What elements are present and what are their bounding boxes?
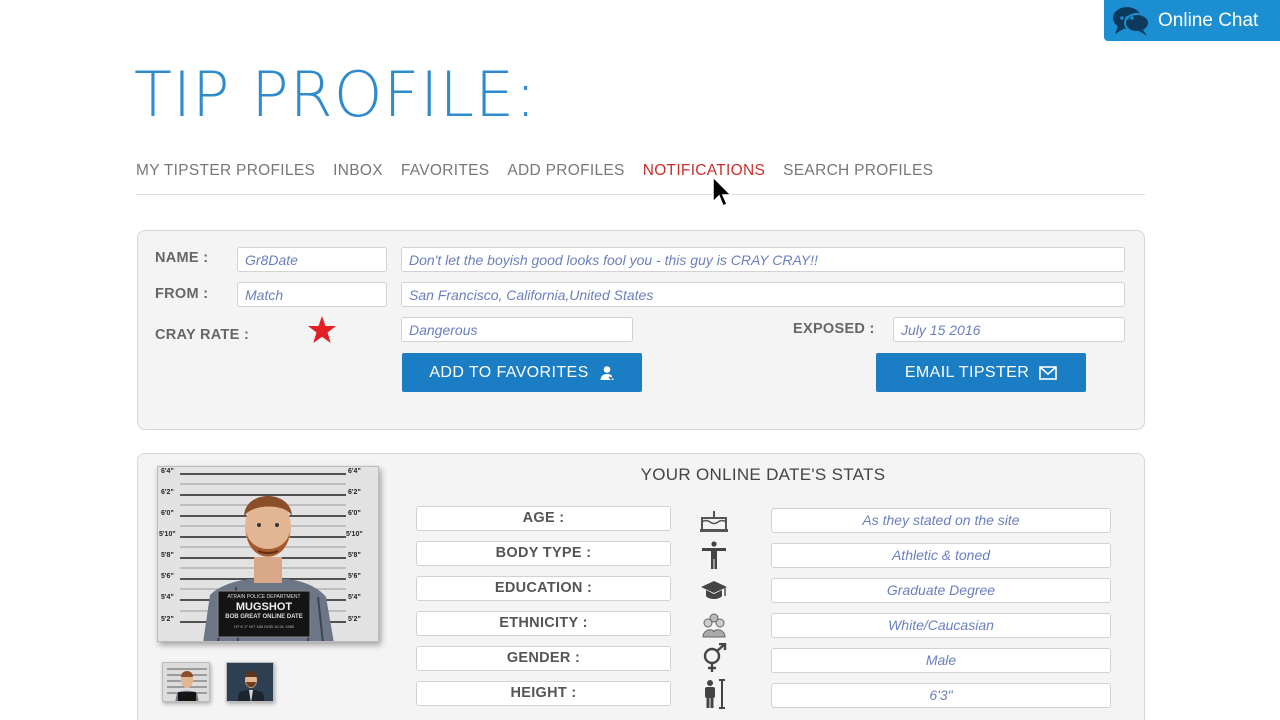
height-marker-left: 5'8" [161,552,174,559]
height-marker-right: 5'8" [348,552,361,559]
cray-rate-field[interactable]: Dangerous [401,317,633,342]
people-group-icon [699,611,729,639]
exposed-label: EXPOSED : [793,321,875,337]
photo-thumbnail-2[interactable] [226,662,274,702]
mugshot-photo[interactable]: ATRAIN POLICE DEPARTMENT MUGSHOT BOB GRE… [157,466,379,642]
height-marker-left: 6'2" [161,489,174,496]
cray-rate-label: CRAY RATE : [155,327,250,343]
from-label: FROM : [155,286,209,302]
height-figure-icon [699,679,729,709]
stat-value-ethnicity: White/Caucasian [771,613,1111,638]
height-marker-left: 6'0" [161,510,174,517]
nav-search-profiles[interactable]: SEARCH PROFILES [783,162,933,194]
height-marker-right: 6'2" [348,489,361,496]
add-user-icon [600,365,615,380]
gender-symbol-icon [699,643,729,672]
height-marker-left: 5'10" [159,531,176,538]
stat-value-age: As they stated on the site [771,508,1111,533]
mugshot-board-line: HT 6' 2" WT 185 DOB 10.01.1985 [233,624,295,629]
nav-my-tipster-profiles[interactable]: MY TIPSTER PROFILES [136,162,315,194]
height-marker-right: 5'2" [348,616,361,623]
mugshot-board-title: MUGSHOT [235,601,293,613]
height-marker-left: 5'6" [161,573,174,580]
height-marker-left: 5'2" [161,616,174,623]
stat-label-ethnicity: ETHNICITY : [416,611,671,636]
height-marker-right: 5'10" [346,531,363,538]
exposed-date-field[interactable]: July 15 2016 [893,317,1125,342]
envelope-icon [1039,365,1057,380]
stat-label-height: HEIGHT : [416,681,671,706]
height-marker-right: 5'4" [348,594,361,601]
nav-add-profiles[interactable]: ADD PROFILES [507,162,624,194]
online-chat-label: Online Chat [1158,9,1259,31]
thumbnail-image [227,663,273,701]
chat-bubbles-icon [1113,6,1150,36]
birthday-cake-icon [699,506,729,534]
page-title: TIP PROFILE: [134,58,538,131]
profile-nav: MY TIPSTER PROFILES INBOX FAVORITES ADD … [136,162,1145,195]
star-rating-icon [308,316,336,343]
height-marker-right: 5'6" [348,573,361,580]
stat-value-education: Graduate Degree [771,578,1111,603]
name-label: NAME : [155,250,209,266]
nav-favorites[interactable]: FAVORITES [401,162,490,194]
mugshot-board-subtitle: BOB GREAT ONLINE DATE [225,614,303,620]
thumbnail-image [163,663,209,701]
body-figure-icon [699,541,729,569]
online-chat-button[interactable]: Online Chat [1104,0,1280,41]
stat-label-body-type: BODY TYPE : [416,541,671,566]
mugshot-board-header: ATRAIN POLICE DEPARTMENT [227,594,301,600]
add-to-favorites-button[interactable]: ADD TO FAVORITES [402,353,642,392]
email-tipster-label: EMAIL TIPSTER [904,363,1030,381]
photo-thumbnail-1[interactable] [162,662,210,702]
name-field[interactable]: Gr8Date [237,247,387,272]
height-marker-left: 6'4" [161,468,174,475]
email-tipster-button[interactable]: EMAIL TIPSTER [876,353,1086,392]
stat-value-gender: Male [771,648,1111,673]
add-to-favorites-label: ADD TO FAVORITES [429,363,589,381]
stat-value-body-type: Athletic & toned [771,543,1111,568]
stat-label-education: EDUCATION : [416,576,671,601]
graduation-cap-icon [699,576,729,604]
mouse-cursor-icon [712,175,733,208]
nav-notifications[interactable]: NOTIFICATIONS [643,162,765,194]
stat-label-gender: GENDER : [416,646,671,671]
tagline-field[interactable]: Don't let the boyish good looks fool you… [401,247,1125,272]
location-field[interactable]: San Francisco, California,United States [401,282,1125,307]
height-marker-right: 6'4" [348,468,361,475]
stat-label-age: AGE : [416,506,671,531]
height-marker-right: 6'0" [348,510,361,517]
stat-value-height: 6'3" [771,683,1111,708]
nav-inbox[interactable]: INBOX [333,162,383,194]
from-field[interactable]: Match [237,282,387,307]
height-marker-left: 5'4" [161,594,174,601]
stats-title: YOUR ONLINE DATE'S STATS [640,465,886,484]
